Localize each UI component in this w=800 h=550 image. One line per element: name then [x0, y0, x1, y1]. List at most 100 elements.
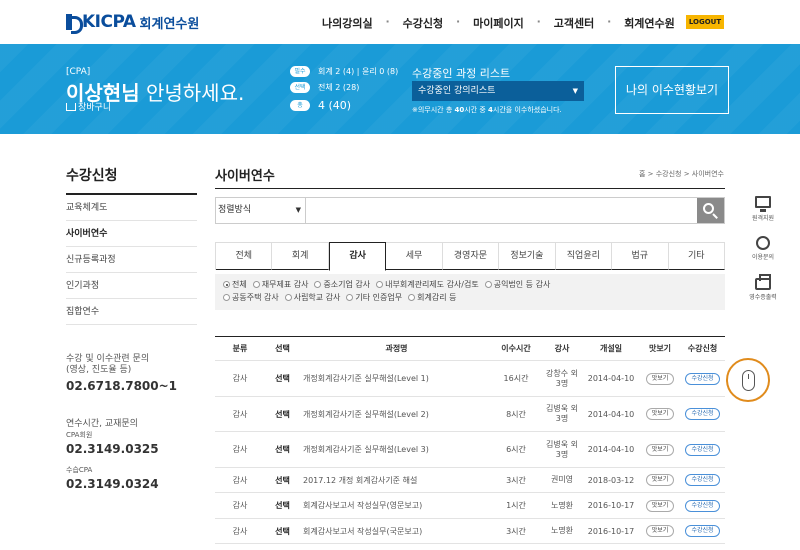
instructor-name: 노명환: [550, 500, 574, 510]
sidebar-item-curriculum[interactable]: 교육체계도: [66, 195, 197, 221]
filter-radio[interactable]: 공동주택 감사: [223, 292, 279, 303]
header-apply: 수강신청: [687, 344, 718, 353]
sidebar-item-new-courses[interactable]: 신규등록과정: [66, 247, 197, 273]
filter-radio[interactable]: 기타 인증업무: [346, 292, 402, 303]
row-course-name[interactable]: 2017.12 개정 회계감사기준 해설: [300, 475, 490, 486]
instructor-name: 노명환: [550, 526, 574, 535]
nav-registration[interactable]: 수강신청: [403, 15, 443, 31]
filter-radio[interactable]: 중소기업 감사: [314, 279, 370, 290]
preview-button[interactable]: 맛보기: [645, 474, 675, 486]
nav-my-classroom[interactable]: 나의강의실: [322, 15, 373, 31]
mouse-scroll-icon: [742, 370, 755, 391]
row-select[interactable]: 선택: [265, 475, 300, 486]
nav-customer-center[interactable]: 고객센터: [554, 15, 594, 31]
tab-accounting[interactable]: 회계: [272, 243, 329, 270]
row-preview: 맛보기: [640, 408, 680, 420]
radio-selected-icon: [223, 281, 230, 288]
scroll-hint-badge: [726, 358, 770, 402]
filter-radio[interactable]: 사립학교 감사: [284, 292, 340, 303]
filter-radio[interactable]: 재무제표 감사: [252, 279, 308, 290]
table-row: 감사 선택 개정회계감사기준 실무해설(Level 1) 16시간 강창수 외3…: [215, 361, 725, 397]
sidebar-item-popular-courses[interactable]: 인기과정: [66, 273, 197, 299]
row-select[interactable]: 선택: [265, 444, 300, 455]
row-select[interactable]: 선택: [265, 373, 300, 384]
course-list-selected: 수강중인 강의리스트: [418, 86, 496, 96]
filter-label: 공동주택 감사: [232, 293, 279, 302]
filter-label: 기타 인증업무: [355, 293, 403, 302]
sidebar-item-cyber-training[interactable]: 사이버연수: [66, 221, 197, 247]
kicpa-logo[interactable]: KICPA 회계연수원: [66, 12, 199, 34]
subcategory-filters: 전체 재무제표 감사 중소기업 감사 내부회계관리제도 감사/검토 공익법인 등…: [215, 274, 725, 310]
row-select[interactable]: 선택: [265, 409, 300, 420]
filter-radio[interactable]: 전체: [223, 279, 247, 290]
course-list-select[interactable]: 수강중인 강의리스트 ▼: [412, 81, 584, 101]
tab-ethics[interactable]: 직업윤리: [555, 243, 613, 270]
apply-button[interactable]: 수강신청: [685, 443, 720, 456]
filter-label: 공익법인 등 감사: [493, 280, 551, 289]
filter-row: 전체 재무제표 감사 중소기업 감사 내부회계관리제도 감사/검토 공익법인 등…: [223, 278, 717, 291]
tab-law[interactable]: 법규: [612, 243, 669, 270]
search-icon: [703, 203, 714, 214]
completion-history-button[interactable]: 나의 이수현황보기: [615, 66, 729, 114]
row-category: 감사: [232, 374, 248, 383]
tab-tax[interactable]: 세무: [386, 243, 443, 270]
row-course-name[interactable]: 개정회계감사기준 실무해설(Level 2): [300, 409, 490, 420]
preview-button[interactable]: 맛보기: [645, 499, 675, 512]
contact-sublabel: 수습CPA: [66, 466, 93, 474]
search-button[interactable]: [697, 198, 724, 223]
nav-mypage[interactable]: 마이페이지: [473, 15, 524, 31]
row-course-name[interactable]: 회계감사보고서 작성실무(국문보고): [300, 526, 490, 537]
quick-receipt[interactable]: 영수증출력: [745, 274, 781, 301]
row-apply: 수강신청: [680, 372, 725, 385]
tab-management-consulting[interactable]: 경영자문: [442, 243, 500, 270]
logo-text: KICPA: [82, 12, 136, 32]
tab-audit[interactable]: 감사: [328, 242, 387, 271]
apply-button[interactable]: 수강신청: [685, 372, 720, 385]
cart-link[interactable]: 장바구니: [66, 100, 111, 113]
radio-icon: [376, 281, 384, 288]
page-title: 사이버연수: [215, 169, 275, 184]
nav-training-center[interactable]: 회계연수원: [624, 15, 675, 31]
user-banner: [CPA] 이상현님 안녕하세요. 장바구니 필수 회계 2 (4) | 윤리 …: [0, 44, 800, 134]
row-preview: 맛보기: [640, 443, 680, 456]
preview-button[interactable]: 맛보기: [645, 525, 675, 537]
sidebar-item-group-training[interactable]: 집합연수: [66, 299, 197, 325]
table-row: 감사 선택 개정회계감사기준 실무해설(Level 2) 8시간 김병욱 외 3명…: [215, 397, 725, 432]
filter-radio[interactable]: 공익법인 등 감사: [484, 279, 551, 290]
instructor-name: 김병욱 외: [546, 404, 578, 413]
row-instructor: 권미영: [542, 475, 582, 485]
stat-elective: 선택 전체 2 (28): [290, 82, 359, 93]
sort-select[interactable]: 정렬방식 ▼: [216, 198, 306, 223]
logout-button[interactable]: LOGOUT: [686, 15, 724, 29]
row-course-name[interactable]: 개정회계감사기준 실무해설(Level 3): [300, 444, 490, 455]
tab-etc[interactable]: 기타: [668, 243, 725, 270]
quick-inquiry[interactable]: 이용문의: [745, 236, 781, 261]
quick-remote-support[interactable]: 원격지원: [745, 196, 781, 222]
tab-it[interactable]: 정보기술: [499, 243, 556, 270]
row-preview: 맛보기: [640, 474, 680, 486]
filter-radio[interactable]: 회계감리 등: [408, 292, 456, 303]
instructor-name: 강창수 외: [546, 368, 578, 378]
top-header: KICPA 회계연수원 나의강의실 · 수강신청 · 마이페이지 · 고객센터 …: [0, 0, 800, 44]
radio-icon: [284, 294, 292, 301]
apply-button[interactable]: 수강신청: [685, 499, 720, 512]
preview-button[interactable]: 맛보기: [645, 372, 675, 385]
preview-button[interactable]: 맛보기: [645, 443, 675, 456]
stat-badge: 필수: [290, 66, 310, 77]
tab-all[interactable]: 전체: [216, 243, 273, 270]
row-select[interactable]: 선택: [265, 526, 300, 537]
row-apply: 수강신청: [680, 499, 725, 512]
apply-button[interactable]: 수강신청: [685, 525, 720, 537]
filter-radio[interactable]: 내부회계관리제도 감사/검토: [376, 279, 479, 290]
preview-button[interactable]: 맛보기: [645, 408, 675, 420]
header-open-date: 개설일: [599, 344, 623, 353]
apply-button[interactable]: 수강신청: [685, 474, 720, 486]
header-category: 분류: [232, 344, 248, 353]
search-icon-handle: [712, 213, 718, 219]
sidebar-menu: 교육체계도 사이버연수 신규등록과정 인기과정 집합연수: [66, 195, 197, 325]
row-course-name[interactable]: 회계감사보고서 작성실무(영문보고): [300, 500, 490, 511]
row-select[interactable]: 선택: [265, 500, 300, 511]
row-course-name[interactable]: 개정회계감사기준 실무해설(Level 1): [300, 373, 490, 384]
apply-button[interactable]: 수강신청: [685, 408, 720, 420]
search-input[interactable]: [307, 198, 697, 223]
